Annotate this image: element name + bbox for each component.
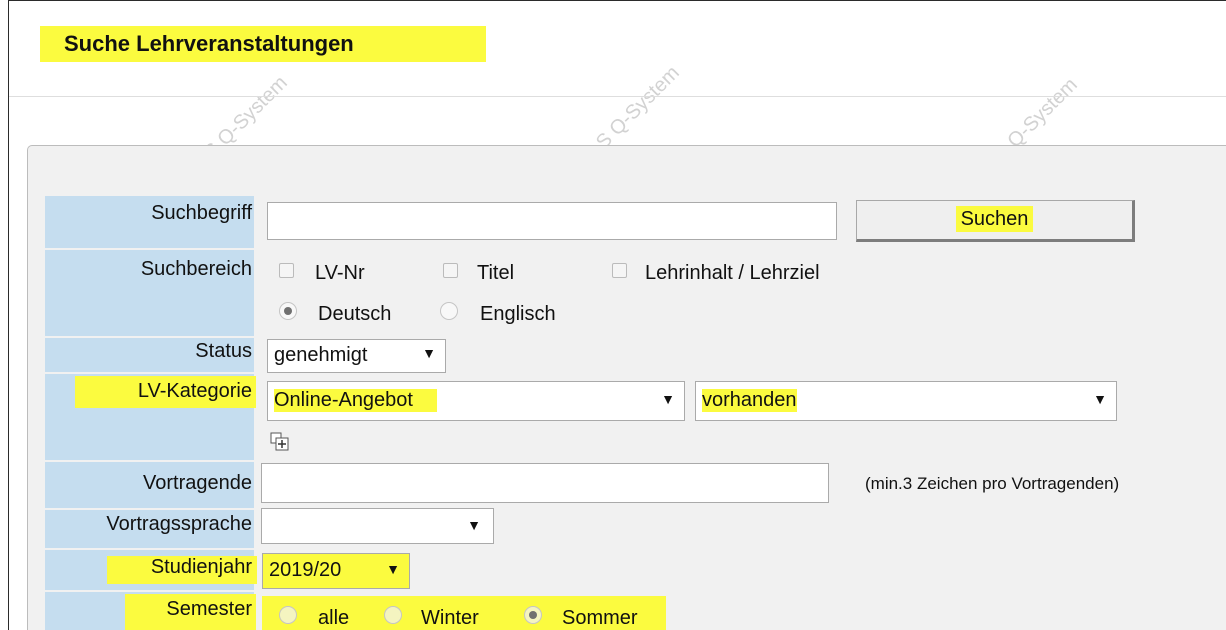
radio-label-alle: alle: [318, 607, 350, 629]
radio-winter[interactable]: [384, 606, 402, 624]
search-button[interactable]: Suchen: [856, 200, 1135, 242]
suchbereich-label: Suchbereich: [45, 250, 254, 336]
search-input[interactable]: [267, 202, 837, 240]
dropdown-arrow-icon: ▼: [661, 391, 675, 407]
checkbox-lv-nr[interactable]: [279, 263, 294, 278]
dropdown-arrow-icon: ▼: [467, 517, 481, 533]
studienjahr-label: Studienjahr: [45, 550, 257, 590]
checkbox-label-lv-nr: LV-Nr: [315, 262, 365, 284]
lv-kategorie-value-select[interactable]: vorhanden ▼: [695, 381, 1117, 421]
radio-alle[interactable]: [279, 606, 297, 624]
vortragssprache-select[interactable]: ▼: [261, 508, 494, 544]
radio-sommer[interactable]: [524, 606, 542, 624]
checkbox-lehrinhalt[interactable]: [612, 263, 627, 278]
lv-kategorie-select[interactable]: Online-Angebot ▼: [267, 381, 685, 421]
vortragssprache-label: Vortragssprache: [45, 510, 254, 548]
radio-deutsch[interactable]: [279, 302, 297, 320]
radio-label-sommer: Sommer: [562, 607, 638, 629]
suchbegriff-label: Suchbegriff: [45, 196, 254, 248]
checkbox-label-lehrinhalt: Lehrinhalt / Lehrziel: [645, 262, 820, 284]
dropdown-arrow-icon: ▼: [386, 561, 400, 577]
dropdown-arrow-icon: ▼: [1093, 391, 1107, 407]
status-select[interactable]: genehmigt ▼: [267, 339, 446, 373]
status-label: Status: [45, 338, 254, 372]
vortragende-input[interactable]: [261, 463, 829, 503]
radio-label-englisch: Englisch: [480, 303, 556, 325]
dropdown-arrow-icon: ▼: [422, 345, 436, 361]
vortragende-label: Vortragende: [45, 462, 254, 508]
radio-label-winter: Winter: [421, 607, 479, 629]
page-title: Suche Lehrveranstaltungen: [40, 26, 486, 62]
checkbox-label-titel: Titel: [477, 262, 515, 284]
semester-label: Semester: [45, 592, 256, 630]
radio-label-deutsch: Deutsch: [318, 303, 392, 325]
add-filter-icon[interactable]: [270, 432, 290, 452]
studienjahr-select[interactable]: 2019/20 ▼: [262, 553, 410, 589]
vortragende-hint: (min.3 Zeichen pro Vortragenden): [865, 474, 1120, 493]
checkbox-titel[interactable]: [443, 263, 458, 278]
header-divider: [9, 96, 1226, 97]
radio-englisch[interactable]: [440, 302, 458, 320]
lv-kategorie-label: LV-Kategorie: [45, 374, 256, 460]
